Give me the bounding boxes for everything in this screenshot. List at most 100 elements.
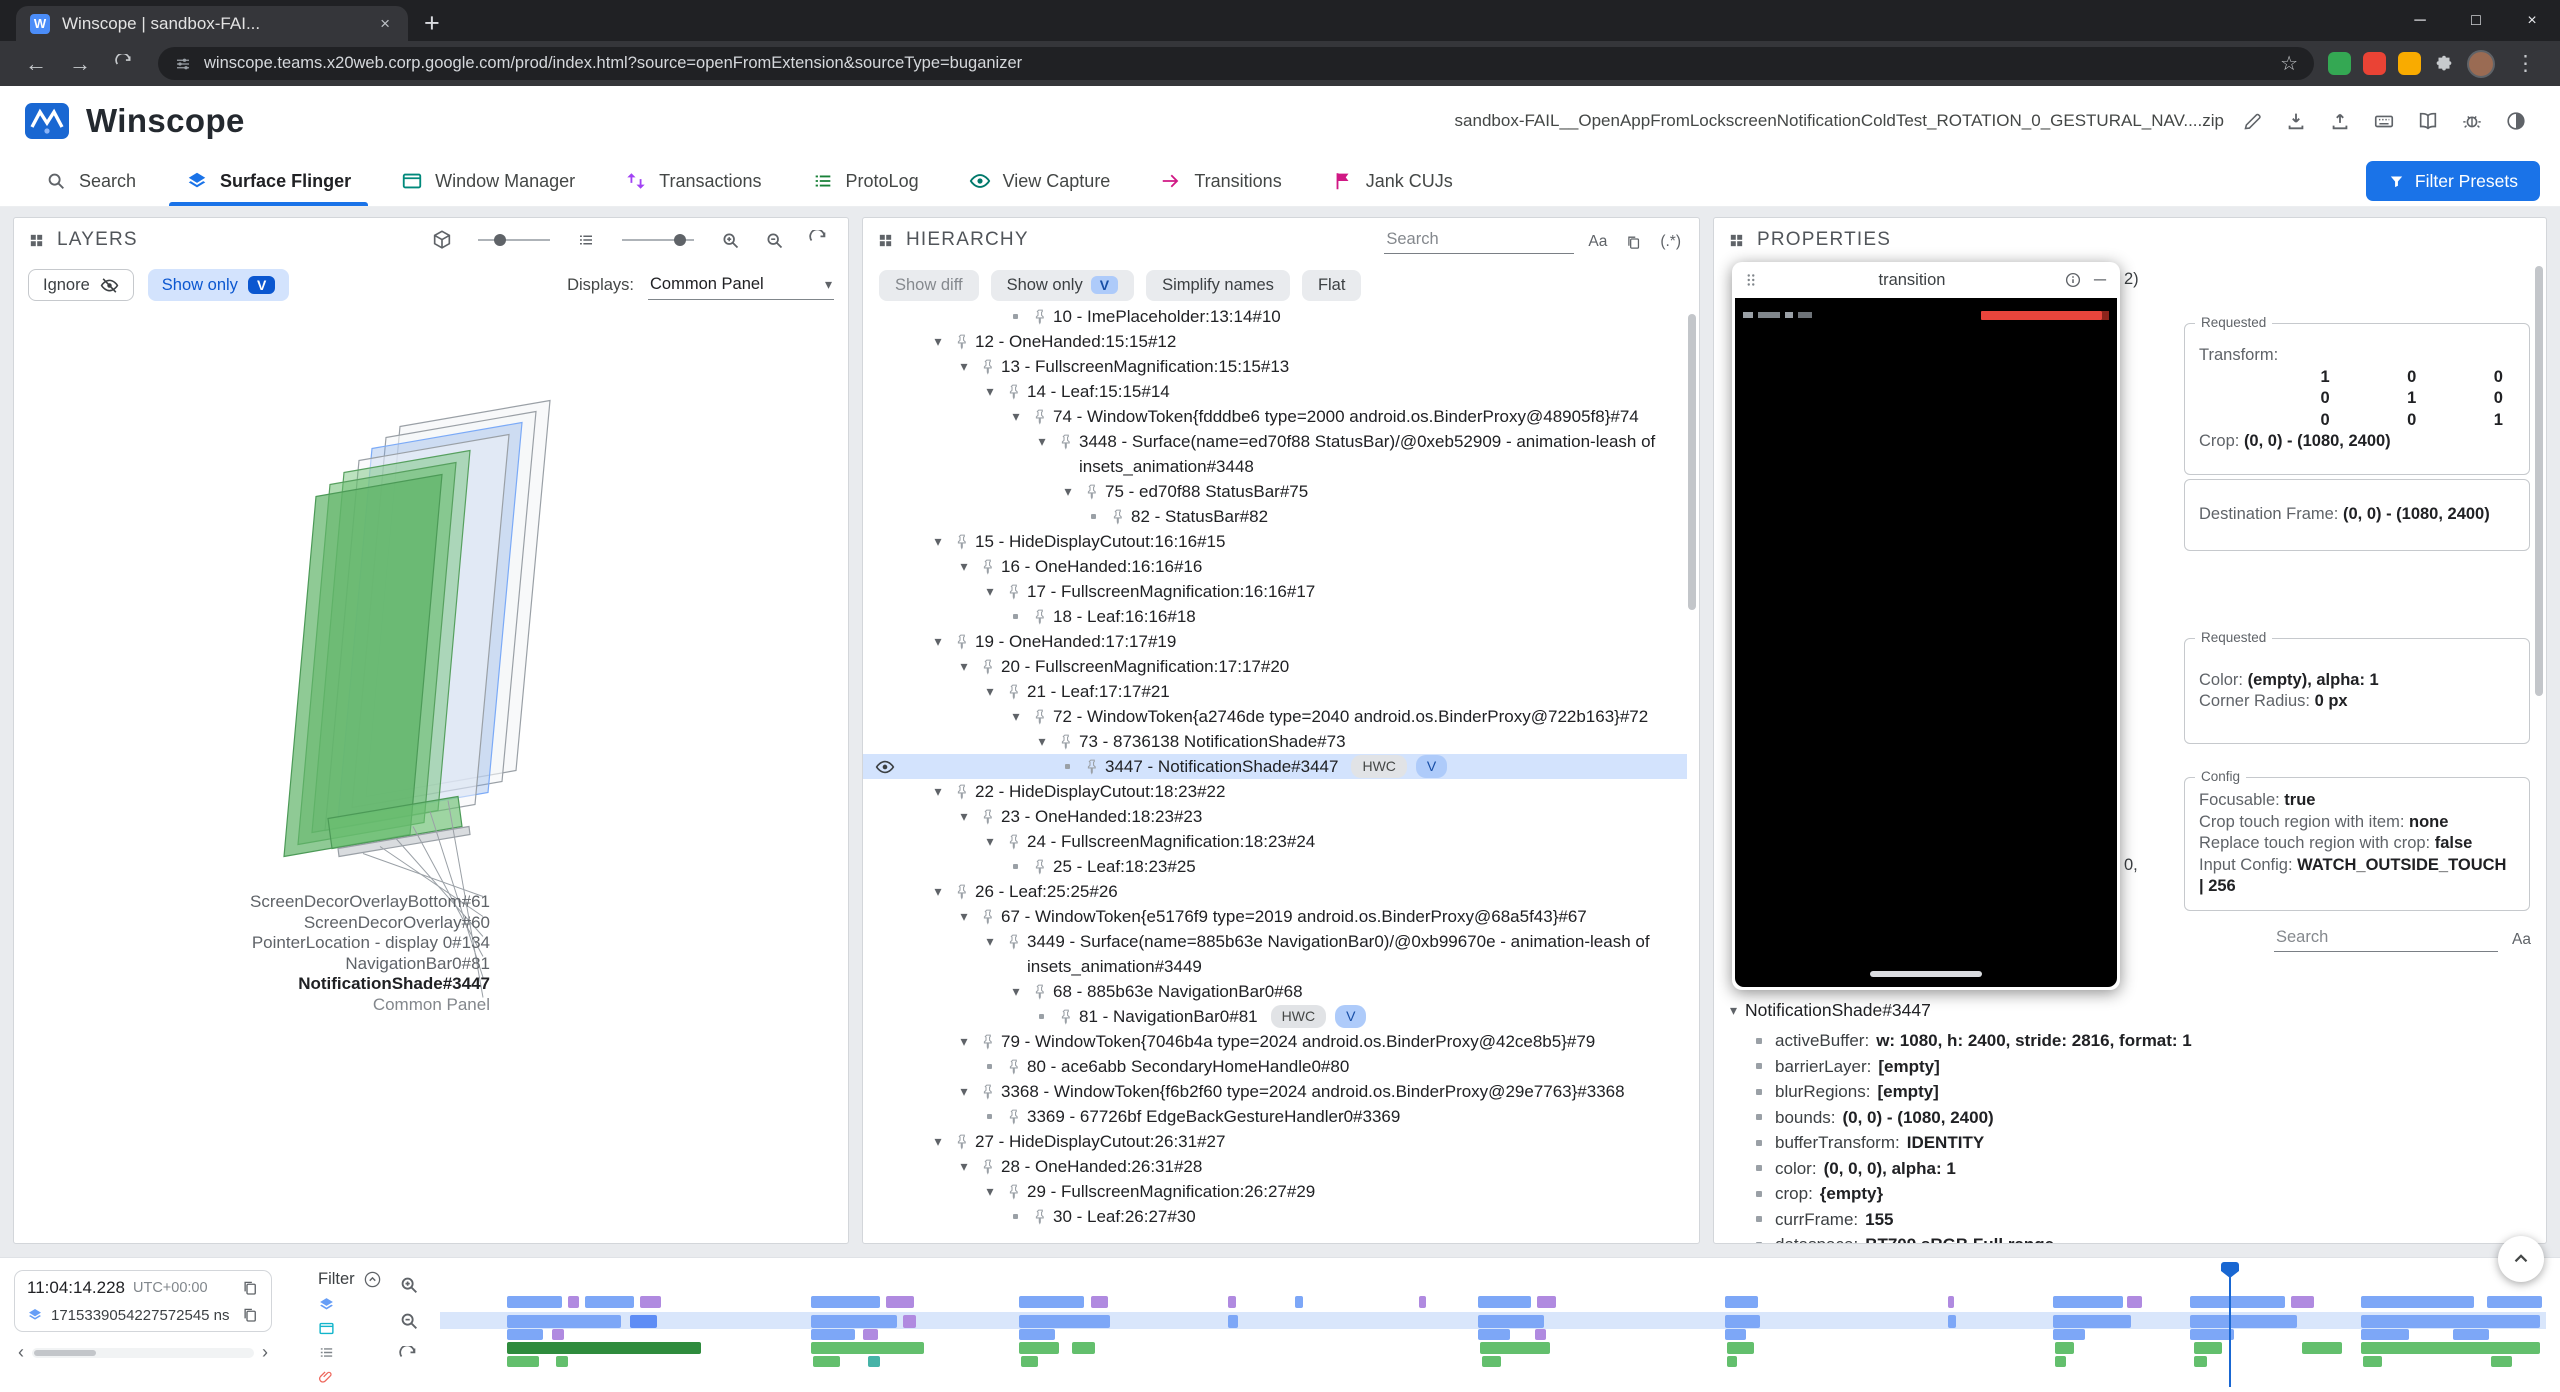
pin-icon[interactable] — [1027, 304, 1053, 325]
trace-entry-segment[interactable] — [640, 1296, 661, 1308]
trace-entry-segment[interactable] — [507, 1342, 701, 1354]
panel-drag-handle-icon[interactable] — [877, 232, 894, 249]
nav-tab-transitions[interactable]: Transitions — [1135, 156, 1306, 206]
trace-type-icon[interactable] — [318, 1294, 340, 1315]
trace-entry-segment[interactable] — [1478, 1315, 1543, 1328]
reset-view-icon[interactable] — [802, 224, 834, 256]
hierarchy-node[interactable]: ▾75 - ed70f88 StatusBar#75 — [863, 479, 1687, 504]
pin-icon[interactable] — [1027, 979, 1053, 1000]
properties-scrollbar[interactable] — [2535, 266, 2543, 696]
prev-frame-icon[interactable]: ‹ — [18, 1342, 24, 1363]
window-drag-handle-icon[interactable] — [1742, 271, 1760, 289]
browser-tab[interactable]: W Winscope | sandbox-FAI... × — [16, 6, 408, 41]
trace-entry-segment[interactable] — [2127, 1296, 2142, 1308]
trace-entry-segment[interactable] — [868, 1356, 881, 1367]
trace-entry-segment[interactable] — [903, 1315, 916, 1328]
trace-entry-segment[interactable] — [507, 1315, 621, 1328]
trace-entry-segment[interactable] — [2361, 1329, 2409, 1340]
collapse-arrow-icon[interactable]: ▾ — [1031, 729, 1053, 754]
upload-icon[interactable] — [2320, 101, 2360, 141]
trace-entry-segment[interactable] — [1725, 1315, 1761, 1328]
nav-tab-protolog[interactable]: ProtoLog — [787, 156, 944, 206]
hierarchy-node[interactable]: 18 - Leaf:16:16#18 — [863, 604, 1687, 629]
panel-drag-handle-icon[interactable] — [1728, 232, 1745, 249]
trace-entry-segment[interactable] — [1727, 1356, 1738, 1367]
visibility-eye-icon[interactable] — [875, 757, 895, 777]
documentation-icon[interactable] — [2408, 101, 2448, 141]
trace-entry-segment[interactable] — [2361, 1296, 2475, 1308]
trace-entry-segment[interactable] — [2361, 1315, 2540, 1328]
property-row[interactable]: activeBuffer:w: 1080, h: 2400, stride: 2… — [1730, 1028, 2532, 1054]
simplify-names-toggle[interactable]: Simplify names — [1146, 270, 1290, 301]
trace-entry-segment[interactable] — [2361, 1342, 2540, 1354]
trace-entry-segment[interactable] — [2363, 1356, 2382, 1367]
trace-entry-segment[interactable] — [1727, 1342, 1754, 1354]
match-case-icon[interactable]: Aa — [2508, 928, 2535, 952]
collapse-arrow-icon[interactable]: ▾ — [927, 629, 949, 654]
ignore-rect-toggle[interactable]: Ignore — [28, 269, 134, 301]
trace-entry-segment[interactable] — [811, 1342, 925, 1354]
pin-icon[interactable] — [949, 879, 975, 900]
trace-entry-segment[interactable] — [2491, 1356, 2512, 1367]
pin-icon[interactable] — [1053, 1004, 1079, 1025]
hierarchy-node[interactable]: ▾67 - WindowToken{e5176f9 type=2019 andr… — [863, 904, 1687, 929]
new-tab-button[interactable]: + — [424, 10, 440, 37]
property-row[interactable]: bufferTransform:IDENTITY — [1730, 1130, 2532, 1156]
pin-icon[interactable] — [1027, 1204, 1053, 1225]
hierarchy-node[interactable]: ▾24 - FullscreenMagnification:18:23#24 — [863, 829, 1687, 854]
trace-entry-segment[interactable] — [1480, 1342, 1549, 1354]
scroll-to-top-button[interactable] — [2498, 1236, 2544, 1282]
pin-icon[interactable] — [975, 1154, 1001, 1175]
pin-icon[interactable] — [1105, 504, 1131, 525]
collapse-icon[interactable] — [363, 1270, 382, 1289]
collapse-arrow-icon[interactable]: ▾ — [1730, 1002, 1737, 1019]
trace-entry-segment[interactable] — [2055, 1356, 2066, 1367]
zoom-out-icon[interactable] — [398, 1310, 420, 1332]
layer-label[interactable]: ScreenDecorOverlay#60 — [28, 913, 490, 934]
trace-entry-segment[interactable] — [1725, 1296, 1759, 1308]
collapse-arrow-icon[interactable]: ▾ — [953, 904, 975, 929]
pin-icon[interactable] — [1053, 429, 1079, 450]
pin-icon[interactable] — [1027, 704, 1053, 725]
pin-icon[interactable] — [1027, 854, 1053, 875]
hierarchy-node[interactable]: ▾3368 - WindowToken{f6b2f60 type=2024 an… — [863, 1079, 1687, 1104]
collapse-arrow-icon[interactable]: ▾ — [953, 554, 975, 579]
trace-entry-segment[interactable] — [2291, 1296, 2314, 1308]
timeline-cursor[interactable] — [2229, 1262, 2231, 1387]
hierarchy-node[interactable]: 82 - StatusBar#82 — [863, 504, 1687, 529]
hierarchy-node[interactable]: ▾19 - OneHanded:17:17#19 — [863, 629, 1687, 654]
extension-icon[interactable] — [2363, 52, 2386, 75]
show-only-visible-toggle[interactable]: Show only V — [991, 270, 1134, 301]
hierarchy-node[interactable]: 3447 - NotificationShade#3447HWCV — [863, 754, 1687, 779]
trace-entry-segment[interactable] — [2453, 1329, 2489, 1340]
pin-icon[interactable] — [1027, 404, 1053, 425]
pin-icon[interactable] — [975, 1079, 1001, 1100]
shortcuts-icon[interactable] — [2364, 101, 2404, 141]
trace-entry-segment[interactable] — [863, 1329, 878, 1340]
pin-icon[interactable] — [949, 1129, 975, 1150]
hierarchy-node[interactable]: ▾16 - OneHanded:16:16#16 — [863, 554, 1687, 579]
copy-ns-icon[interactable] — [241, 1306, 259, 1324]
collapse-arrow-icon[interactable]: ▾ — [1005, 404, 1027, 429]
report-bug-icon[interactable] — [2452, 101, 2492, 141]
forward-button[interactable]: → — [60, 44, 100, 84]
hierarchy-node[interactable]: ▾26 - Leaf:25:25#26 — [863, 879, 1687, 904]
hierarchy-search-input[interactable] — [1384, 226, 1574, 254]
collapse-arrow-icon[interactable]: ▾ — [979, 1179, 1001, 1204]
timeline-mini-scrollbar[interactable] — [32, 1348, 254, 1358]
pin-icon[interactable] — [1001, 1179, 1027, 1200]
pin-icon[interactable] — [975, 654, 1001, 675]
property-row[interactable]: color:(0, 0, 0), alpha: 1 — [1730, 1156, 2532, 1182]
trace-type-icon[interactable] — [318, 1342, 340, 1363]
trace-entry-segment[interactable] — [2487, 1296, 2542, 1308]
trace-entry-segment[interactable] — [1021, 1356, 1038, 1367]
reload-button[interactable] — [104, 44, 144, 84]
spacing-slider[interactable] — [622, 239, 694, 241]
trace-entry-segment[interactable] — [1019, 1315, 1110, 1328]
pin-icon[interactable] — [1079, 479, 1105, 500]
layer-label[interactable]: Common Panel — [28, 995, 490, 1016]
trace-entry-segment[interactable] — [2053, 1315, 2131, 1328]
extension-icon[interactable] — [2328, 52, 2351, 75]
trace-entry-segment[interactable] — [2302, 1342, 2342, 1354]
match-word-icon[interactable] — [2545, 929, 2547, 952]
